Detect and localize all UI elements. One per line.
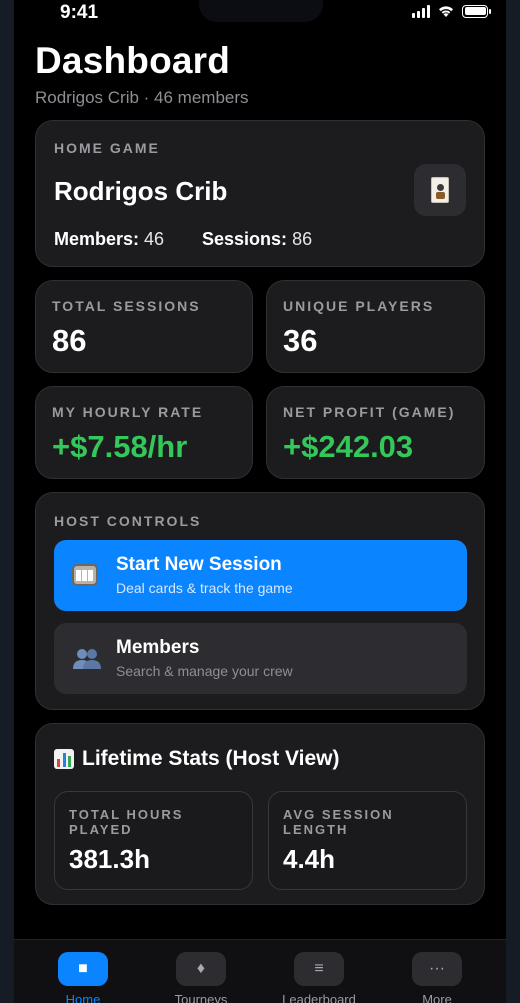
- unique-players-label: UNIQUE PLAYERS: [283, 298, 435, 314]
- page-title: Dashboard: [35, 40, 231, 81]
- start-session-title: Start New Session: [116, 554, 282, 575]
- home-game-label: HOME GAME: [54, 140, 160, 156]
- total-sessions-value: 86: [52, 323, 87, 358]
- list-icon: ≡: [294, 952, 344, 986]
- members-label: Members:: [54, 229, 140, 249]
- status-bar: 9:41: [14, 0, 506, 26]
- avg-session-value: 4.4h: [283, 844, 336, 874]
- tab-home[interactable]: ■ Home: [34, 952, 132, 1003]
- tab-bar: ■ Home ♦ Tourneys ≡ Leaderboard ··· More: [14, 939, 506, 1003]
- status-time: 9:41: [60, 2, 99, 23]
- ellipsis-icon: ···: [412, 952, 462, 986]
- sessions-value: 86: [292, 229, 313, 249]
- net-profit-label: NET PROFIT (GAME): [283, 404, 456, 420]
- square-icon: ■: [58, 952, 108, 986]
- hourly-rate-card: MY HOURLY RATE +$7.58/hr: [35, 386, 253, 479]
- lifetime-stats-title: Lifetime Stats (Host View): [82, 747, 340, 770]
- people-icon: [72, 644, 102, 674]
- slot-machine-icon: [72, 561, 102, 591]
- members-subtitle: Search & manage your crew: [116, 663, 293, 679]
- members-title: Members: [116, 637, 200, 658]
- tab-tourneys[interactable]: ♦ Tourneys: [152, 952, 250, 1003]
- bar-chart-icon: [54, 749, 74, 769]
- start-session-subtitle: Deal cards & track the game: [116, 580, 293, 596]
- page-subtitle: Rodrigos Crib · 46 members: [35, 88, 249, 107]
- diamond-icon: ♦: [176, 952, 226, 986]
- lifetime-stats-header: Lifetime Stats (Host View): [54, 747, 340, 771]
- net-profit-value: +$242.03: [283, 429, 414, 464]
- total-sessions-card: TOTAL SESSIONS 86: [35, 280, 253, 373]
- tab-leaderboard-label: Leaderboard: [282, 992, 356, 1003]
- host-controls-card: HOST CONTROLS Start New Session Deal car…: [35, 492, 485, 710]
- tab-home-label: Home: [65, 992, 101, 1003]
- home-game-name: Rodrigos Crib: [54, 176, 228, 206]
- home-game-card[interactable]: HOME GAME Rodrigos Crib Members: 46 Sess…: [35, 120, 485, 267]
- avg-session-card: AVG SESSION LENGTH 4.4h: [268, 791, 467, 890]
- members-value: 46: [144, 229, 165, 249]
- total-hours-label: TOTAL HOURS PLAYED: [69, 807, 184, 837]
- total-hours-value: 381.3h: [69, 844, 150, 874]
- sessions-label: Sessions:: [202, 229, 288, 249]
- unique-players-value: 36: [283, 323, 318, 358]
- total-hours-card: TOTAL HOURS PLAYED 381.3h: [54, 791, 253, 890]
- start-session-button[interactable]: Start New Session Deal cards & track the…: [54, 540, 467, 611]
- tab-more-label: More: [422, 992, 452, 1003]
- cellular-signal-icon: [412, 4, 430, 18]
- unique-players-card: UNIQUE PLAYERS 36: [266, 280, 485, 373]
- battery-icon: [462, 4, 491, 18]
- members-button[interactable]: Members Search & manage your crew: [54, 623, 467, 694]
- host-controls-label: HOST CONTROLS: [54, 513, 202, 529]
- hourly-rate-label: MY HOURLY RATE: [52, 404, 204, 420]
- hourly-rate-value: +$7.58/hr: [52, 429, 188, 464]
- joker-card-icon[interactable]: [414, 164, 466, 216]
- phone-screen: 9:41 Dashboard Rodrigos Crib · 46 member…: [0, 0, 520, 1003]
- net-profit-card: NET PROFIT (GAME) +$242.03: [266, 386, 485, 479]
- avg-session-label: AVG SESSION LENGTH: [283, 807, 394, 837]
- status-icons: [412, 4, 491, 18]
- lifetime-stats-card: Lifetime Stats (Host View) TOTAL HOURS P…: [35, 723, 485, 905]
- wifi-icon: [439, 6, 453, 17]
- tab-leaderboard[interactable]: ≡ Leaderboard: [270, 952, 368, 1003]
- total-sessions-label: TOTAL SESSIONS: [52, 298, 201, 314]
- home-game-members: Members: 46: [54, 229, 164, 250]
- tab-more[interactable]: ··· More: [388, 952, 486, 1003]
- tab-tourneys-label: Tourneys: [174, 992, 228, 1003]
- home-game-sessions: Sessions: 86: [202, 229, 312, 250]
